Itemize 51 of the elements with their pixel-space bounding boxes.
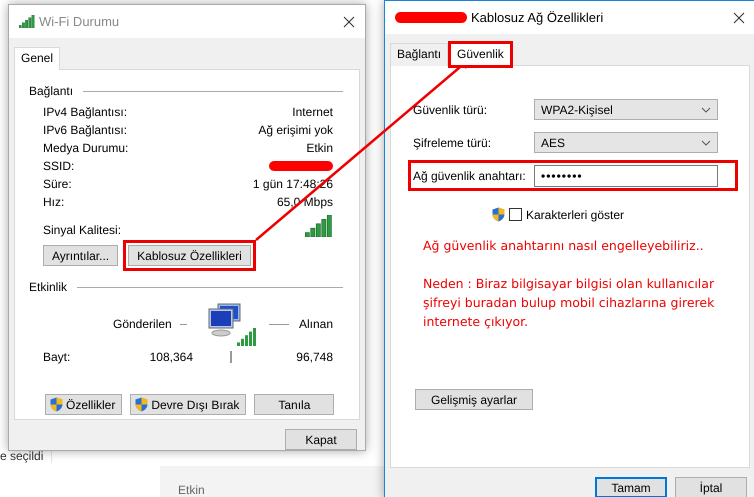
dropdown[interactable]: WPA2-Kişisel [534,99,718,120]
section-heading: Bağlantı [29,84,74,98]
checkbox[interactable] [508,208,522,221]
field-label: Ağ güvenlik anahtarı: [413,168,527,182]
section-heading: Etkinlik [29,280,68,294]
field-label: Medya Durumu: [43,141,128,155]
field-label: SSID: [43,159,74,173]
received-label: Alınan [298,317,333,331]
sent-bytes: 108,364 [148,350,193,364]
field-value: Internet [292,105,333,119]
tab[interactable]: Genel [14,47,60,70]
window-title: Kablosuz Ağ Özellikleri [471,10,604,25]
status-text: Etkin [178,483,205,497]
annotation-text: Neden : Biraz bilgisayar bilgisi olan kullanıcılar şifreyi buradan bulup mobil cihazlarına girerek internete çıkıyor. [423,275,716,331]
shield-icon [492,207,505,222]
shield-icon [135,397,148,412]
password-field[interactable]: •••••••• [534,164,718,186]
field-label: Sinyal Kalitesi: [43,223,122,237]
field-label: Bayt: [43,350,72,364]
dropdown[interactable]: AES [534,132,718,153]
field-label: Hız: [43,195,64,209]
annotation-text: Ağ güvenlik anahtarını nasıl engelleyebiliriz.. [423,237,705,255]
close-icon[interactable] [343,16,355,28]
window-title: Wi-Fi Durumu [39,14,120,29]
signal-bars-icon [305,215,333,237]
field-label: IPv6 Bağlantısı: [43,123,128,137]
chevron-icon [701,140,711,146]
close-button[interactable]: Kapat [285,429,357,450]
sent-label: Gönderilen [113,317,172,331]
wifi-signal-icon [19,15,35,28]
checkbox-label[interactable]: Karakterleri göster [526,208,624,222]
field-value: Ağ erişimi yok [258,123,333,137]
tab[interactable]: Bağlantı [390,43,448,66]
field-value: Etkin [306,141,333,155]
tab[interactable]: Güvenlik [450,43,511,66]
button[interactable]: Ayrıntılar... [43,245,118,266]
shield-icon [50,397,63,412]
received-bytes: 96,748 [295,350,333,364]
field-label: IPv4 Bağlantısı: [43,105,128,119]
close-icon[interactable] [733,12,745,24]
button[interactable]: Devre Dışı Bırak [130,394,246,415]
chevron-icon [701,106,711,112]
button[interactable]: İptal [675,477,747,497]
field-label: Şifreleme türü: [413,136,492,150]
field-label: Güvenlik türü: [413,102,488,116]
advanced-settings-button[interactable]: Gelişmiş ayarlar [415,389,533,410]
button[interactable]: Özellikler [45,394,122,415]
button[interactable]: Tamam [595,477,667,497]
button[interactable]: Kablosuz Özellikleri [128,245,251,266]
field-label: Süre: [43,177,72,191]
button[interactable]: Tanıla [254,394,334,415]
